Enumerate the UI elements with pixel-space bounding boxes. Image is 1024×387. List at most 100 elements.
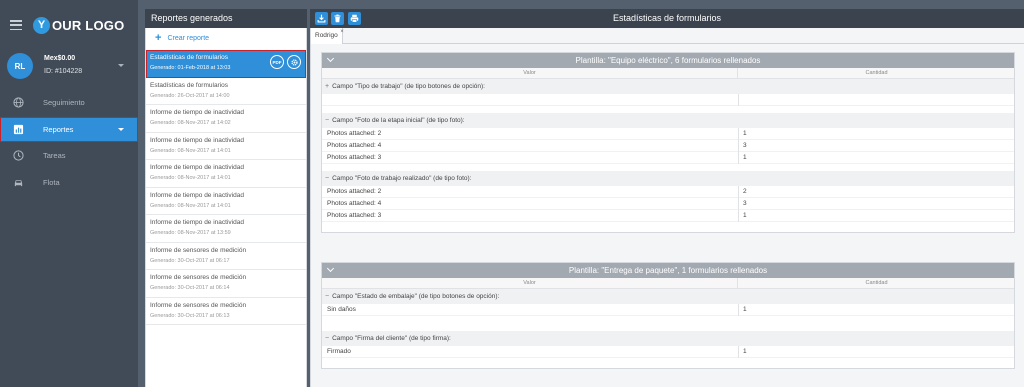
row-value: Photos attached: 4 xyxy=(327,200,382,207)
report-content: Rodrigo × Plantilla: "Equipo eléctrico",… xyxy=(310,28,1024,387)
field-title: Campo "Estado de embalaje" (de tipo boto… xyxy=(332,293,500,300)
table-row: Firmado 1 xyxy=(322,346,1014,358)
row-value: Photos attached: 3 xyxy=(327,154,382,161)
list-item[interactable]: Informe de tiempo de inactividad Generad… xyxy=(146,160,306,188)
print-icon xyxy=(350,14,359,23)
create-report-link[interactable]: + Crear reporte xyxy=(155,32,210,44)
page-title: Estadísticas de formularios xyxy=(612,13,722,23)
report-name: Informe de tiempo de inactividad xyxy=(150,109,244,116)
collapse-icon[interactable]: − xyxy=(325,293,329,300)
template-header[interactable]: Plantilla: "Entrega de paquete", 1 formu… xyxy=(322,263,1014,278)
tab-label: Rodrigo xyxy=(315,32,338,39)
row-value: Photos attached: 3 xyxy=(327,212,382,219)
field-title: Campo "Firma del cliente" (de tipo firma… xyxy=(332,335,451,342)
template-block-equipo: Plantilla: "Equipo eléctrico", 6 formula… xyxy=(321,52,1015,233)
field-group-header[interactable]: + Campo "Tipo de trabajo" (de tipo botone… xyxy=(322,79,1014,94)
account-balance: Mex$0.00 xyxy=(44,55,76,62)
report-date: Generado: 08-Nov-2017 at 14:01 xyxy=(150,202,231,209)
row-count: 2 xyxy=(743,188,747,195)
logo-mark: Y xyxy=(33,16,50,34)
table-header: Valor Cantidad xyxy=(322,278,1014,289)
logo: Y OUR LOGO xyxy=(10,14,124,36)
reports-panel: + Crear reporte Estadísticas de formular… xyxy=(145,28,307,387)
sidebar-nav: Seguimiento Reportes Tareas Flota xyxy=(0,90,138,196)
row-value: Firmado xyxy=(327,348,351,355)
gear-icon[interactable] xyxy=(287,55,301,69)
report-name: Informe de sensores de medición xyxy=(150,246,247,254)
reports-panel-title: Reportes generados xyxy=(145,9,307,28)
download-icon xyxy=(317,14,326,23)
table-header: Valor Cantidad xyxy=(322,68,1014,79)
sidebar-item-flota[interactable]: Flota xyxy=(0,170,138,195)
row-value: Photos attached: 2 xyxy=(327,130,382,137)
template-header[interactable]: Plantilla: "Equipo eléctrico", 6 formula… xyxy=(322,53,1014,68)
table-row: Photos attached: 3 1 xyxy=(322,152,1014,164)
car-icon xyxy=(12,176,24,188)
caret-down-icon[interactable] xyxy=(118,127,124,131)
row-value: Photos attached: 2 xyxy=(327,188,382,195)
plus-icon: + xyxy=(155,32,162,44)
report-list: Estadísticas de formularios Generado: 01… xyxy=(146,50,306,325)
sidebar: Y OUR LOGO RL Mex$0.00 ID: #104228 Segui… xyxy=(0,0,138,387)
sidebar-item-tareas[interactable]: Tareas xyxy=(0,143,138,168)
create-report-label: Crear reporte xyxy=(167,34,210,42)
collapse-icon[interactable]: − xyxy=(325,175,329,182)
row-count: 3 xyxy=(743,142,747,149)
download-button[interactable] xyxy=(315,12,328,25)
collapse-icon[interactable]: − xyxy=(325,335,329,342)
row-count: 1 xyxy=(743,130,747,137)
tab-rodrigo[interactable]: Rodrigo × xyxy=(311,28,344,44)
report-date: Generado: 30-Oct-2017 at 06:14 xyxy=(150,285,230,291)
sidebar-item-label: Tareas xyxy=(43,151,66,160)
report-date: Generado: 08-Nov-2017 at 13:59 xyxy=(150,230,231,236)
report-name: Informe de tiempo de inactividad xyxy=(150,136,244,144)
expand-icon[interactable]: + xyxy=(325,83,329,90)
column-header-cantidad: Cantidad xyxy=(865,70,888,76)
pdf-export-button[interactable]: PDF xyxy=(270,55,284,69)
print-button[interactable] xyxy=(348,12,361,25)
main-header: Estadísticas de formularios xyxy=(310,9,1024,28)
chevron-down-icon[interactable] xyxy=(326,264,335,273)
table-row xyxy=(322,94,1014,106)
report-icon xyxy=(12,123,24,135)
clock-icon xyxy=(12,150,24,162)
table-row: Photos attached: 2 1 xyxy=(322,128,1014,140)
field-group-header[interactable]: − Campo "Estado de embalaje" (de tipo bot… xyxy=(322,289,1014,304)
template-title: Plantilla: "Equipo eléctrico", 6 formula… xyxy=(575,56,761,65)
sidebar-item-reportes[interactable]: Reportes xyxy=(0,116,138,142)
caret-down-icon[interactable] xyxy=(118,64,124,67)
list-item[interactable]: Estadísticas de formularios Generado: 01… xyxy=(146,50,306,78)
list-item[interactable]: Informe de tiempo de inactividad Generad… xyxy=(146,215,306,243)
list-item[interactable]: Estadísticas de formularios Generado: 26… xyxy=(146,78,306,105)
close-icon[interactable]: × xyxy=(340,24,344,40)
logo-text: OUR LOGO xyxy=(52,17,125,33)
chevron-down-icon[interactable] xyxy=(326,54,335,63)
template-title: Plantilla: "Entrega de paquete", 1 formu… xyxy=(568,266,768,275)
collapse-icon[interactable]: − xyxy=(325,117,329,124)
row-count: 1 xyxy=(743,154,747,161)
list-item[interactable]: Informe de tiempo de inactividad Generad… xyxy=(146,188,306,215)
field-group-header[interactable]: − Campo "Foto de la etapa inicial" (de ti… xyxy=(322,113,1014,128)
report-name: Informe de sensores de medición xyxy=(150,301,247,309)
list-item[interactable]: Informe de tiempo de inactividad Generad… xyxy=(146,105,306,133)
list-item[interactable]: Informe de sensores de medición Generado… xyxy=(146,243,306,270)
hamburger-menu-icon[interactable] xyxy=(10,20,22,30)
list-item[interactable]: Informe de sensores de medición Generado… xyxy=(146,298,306,325)
sidebar-item-label: Flota xyxy=(43,177,60,187)
field-group-header[interactable]: − Campo "Foto de trabajo realizado" (de t… xyxy=(322,171,1014,186)
trash-icon xyxy=(334,14,341,23)
list-item[interactable]: Informe de tiempo de inactividad Generad… xyxy=(146,133,306,160)
sidebar-item-label: Reportes xyxy=(43,124,74,134)
table-row: Sin daños 1 xyxy=(322,304,1014,316)
field-group-header[interactable]: − Campo "Firma del cliente" (de tipo firm… xyxy=(322,331,1014,346)
report-name: Informe de tiempo de inactividad xyxy=(150,164,244,171)
field-title: Campo "Foto de trabajo realizado" (de ti… xyxy=(332,175,472,182)
report-name: Estadísticas de formularios xyxy=(150,81,229,89)
report-date: Generado: 08-Nov-2017 at 14:02 xyxy=(150,120,231,126)
sidebar-item-seguimiento[interactable]: Seguimiento xyxy=(0,90,138,115)
field-title: Campo "Tipo de trabajo" (de tipo botones… xyxy=(332,83,485,90)
tab-bar: Rodrigo × xyxy=(311,28,1024,44)
user-account-menu[interactable]: RL Mex$0.00 ID: #104228 xyxy=(7,52,132,80)
list-item[interactable]: Informe de sensores de medición Generado… xyxy=(146,270,306,298)
report-date: Generado: 30-Oct-2017 at 06:13 xyxy=(150,312,230,319)
